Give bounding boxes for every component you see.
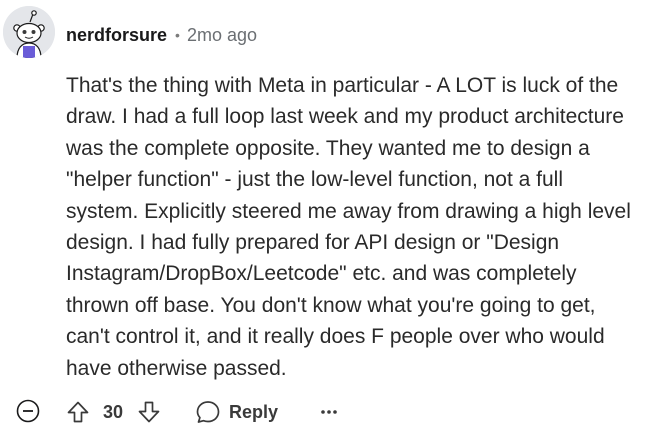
comment-line: Instagram/DropBox/Leetcode" etc. and was… xyxy=(66,262,577,286)
comment-line: draw. I had a full loop last week and my… xyxy=(66,105,624,129)
upvote-button[interactable] xyxy=(66,400,90,424)
comment-line: design. I had fully prepared for API des… xyxy=(66,231,560,255)
collapse-minus-icon xyxy=(16,399,40,423)
user-avatar[interactable] xyxy=(3,6,55,58)
snoo-avatar-icon xyxy=(3,6,55,58)
comment-timestamp[interactable]: 2mo ago xyxy=(187,25,257,46)
chat-bubble-icon xyxy=(196,401,220,423)
comment-line: thrown off base. You don't know what you… xyxy=(66,293,596,317)
vote-score: 30 xyxy=(103,402,124,422)
downvote-button[interactable] xyxy=(137,400,161,424)
comment-body: That's the thing with Meta in particular… xyxy=(66,70,661,384)
username-link[interactable]: nerdforsure xyxy=(66,25,167,46)
comment-line: have otherwise passed. xyxy=(66,356,287,380)
comment-line: That's the thing with Meta in particular… xyxy=(66,74,619,97)
more-options-button[interactable] xyxy=(318,400,340,424)
comment-line: was the complete opposite. They wanted m… xyxy=(66,136,590,160)
ellipsis-icon xyxy=(321,410,337,414)
collapse-button[interactable] xyxy=(16,399,40,423)
comment-line: system. Explicitly steered me away from … xyxy=(66,199,631,223)
meta-separator: • xyxy=(175,27,180,43)
comment-meta: nerdforsure • 2mo ago xyxy=(66,23,257,47)
reply-label: Reply xyxy=(229,401,279,422)
upvote-arrow-icon xyxy=(67,401,89,423)
comment-line: "helper function" - just the low-level f… xyxy=(66,168,564,192)
reply-button[interactable]: Reply xyxy=(195,398,278,426)
downvote-arrow-icon xyxy=(138,401,160,423)
comment-action-bar: 30 Reply xyxy=(0,395,668,431)
comment-line: can't control it, and it really does F p… xyxy=(66,325,605,349)
